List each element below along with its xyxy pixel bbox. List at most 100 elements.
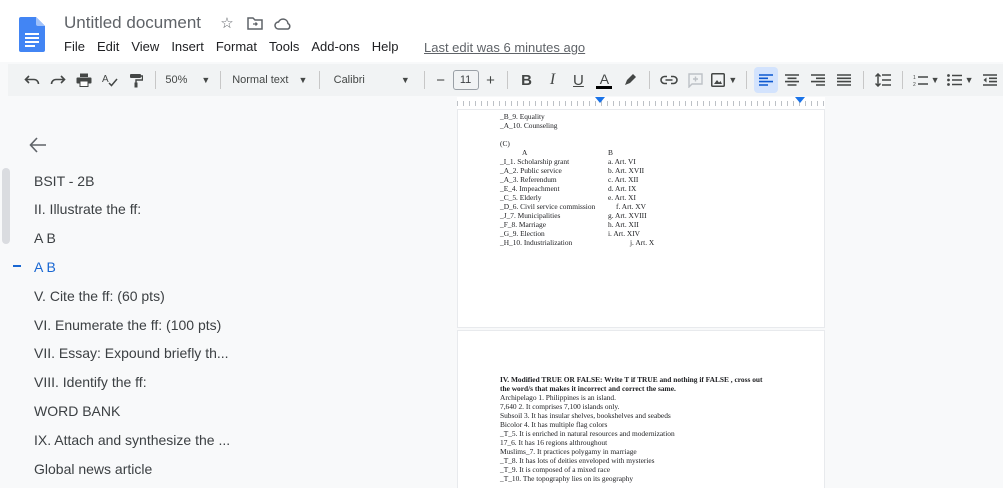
paint-format-icon[interactable] [124, 67, 148, 93]
title-bar: Untitled document ☆ File Edit View Inser… [0, 0, 1003, 62]
matching-item: _E_4. Impeachment [500, 184, 560, 193]
outline-item-word-bank[interactable]: WORD BANK [34, 403, 120, 419]
separator [219, 71, 221, 89]
true-false-item: _T_9. It is composed of a mixed race [500, 465, 611, 474]
matching-item: _I_1. Scholarship grant [500, 157, 570, 166]
separator [318, 71, 320, 89]
outline-scrollbar[interactable] [2, 168, 10, 244]
docs-logo-icon[interactable] [19, 17, 45, 52]
text-color-swatch [596, 85, 613, 89]
document-page[interactable]: _B_9. Equality _A_10. Counseling (C) A B… [458, 110, 824, 327]
svg-text:A: A [102, 74, 109, 85]
bulleted-list-icon[interactable]: ▼ [944, 67, 976, 93]
matching-item: _A_2. Public service [500, 166, 562, 175]
true-false-item: 7,640 2. It comprises 7,100 islands only… [500, 402, 620, 411]
print-icon[interactable] [72, 67, 96, 93]
zoom-select[interactable]: 50% ▼ [162, 67, 214, 93]
numbered-list-icon[interactable]: 12 ▼ [910, 67, 942, 93]
highlight-color-icon[interactable] [618, 67, 642, 93]
outline-item-identify[interactable]: VIII. Identify the ff: [34, 374, 147, 390]
chevron-down-icon: ▼ [728, 75, 738, 85]
outline-item-a-b[interactable]: A B [34, 230, 56, 246]
outline-item-a-b-active[interactable]: A B [34, 259, 56, 275]
matching-item: _F_8. Marriage [500, 220, 546, 229]
bold-label: B [521, 71, 532, 89]
outline-item-bsit-2b[interactable]: BSIT - 2B [34, 173, 94, 189]
italic-button[interactable]: I [541, 67, 565, 93]
menu-insert[interactable]: Insert [171, 39, 204, 54]
separator [423, 71, 425, 89]
paragraph-style-value: Normal text [232, 74, 289, 86]
insert-image-icon[interactable]: ▼ [709, 67, 739, 93]
add-comment-icon[interactable] [683, 67, 707, 93]
menu-help[interactable]: Help [372, 39, 399, 54]
matching-item: _J_7. Municipalities [500, 211, 561, 220]
menu-tools[interactable]: Tools [269, 39, 299, 54]
document-title[interactable]: Untitled document [64, 13, 201, 33]
matching-item: _D_6. Civil service commission [500, 202, 596, 211]
chevron-down-icon: ▼ [400, 75, 410, 85]
decrease-font-size-button[interactable]: − [431, 70, 451, 90]
matching-choice: a. Art. VI [608, 157, 636, 166]
decrease-indent-icon[interactable] [978, 67, 1002, 93]
menu-edit[interactable]: Edit [97, 39, 119, 54]
matching-item: _H_10. Industrialization [500, 238, 573, 247]
align-justify-icon[interactable] [832, 67, 856, 93]
font-select[interactable]: Calibri ▼ [326, 67, 418, 93]
line-spacing-icon[interactable] [871, 67, 895, 93]
horizontal-ruler[interactable] [457, 97, 825, 110]
matching-choice: b. Art. XVII [608, 166, 645, 175]
align-center-icon[interactable] [780, 67, 804, 93]
title-actions: ☆ [218, 14, 292, 32]
text-color-button[interactable]: A [592, 67, 616, 93]
menu-file[interactable]: File [64, 39, 85, 54]
redo-icon[interactable] [46, 67, 70, 93]
align-right-icon[interactable] [806, 67, 830, 93]
increase-font-size-button[interactable]: + [481, 70, 501, 90]
font-size-input[interactable]: 11 [452, 70, 479, 90]
matching-item: _C_5. Elderly [500, 193, 542, 202]
menu-view[interactable]: View [131, 39, 159, 54]
paragraph-style-select[interactable]: Normal text ▼ [227, 67, 313, 93]
underline-button[interactable]: U [566, 67, 590, 93]
outline-item-essay[interactable]: VII. Essay: Expound briefly th... [34, 345, 229, 361]
chevron-down-icon: ▼ [298, 75, 308, 85]
separator [506, 71, 508, 89]
matching-item: _G_9. Election [500, 229, 545, 238]
separator [863, 71, 865, 89]
doc-line: _A_10. Counseling [500, 121, 558, 130]
menu-format[interactable]: Format [216, 39, 257, 54]
back-arrow-icon[interactable] [29, 136, 47, 159]
column-header-a: A [522, 148, 528, 157]
left-indent-marker[interactable] [595, 97, 605, 103]
outline-item-attach[interactable]: IX. Attach and synthesize the ... [34, 432, 230, 448]
document-page[interactable]: IV. Modified TRUE OR FALSE: Write T if T… [458, 331, 824, 488]
separator [902, 71, 904, 89]
section-heading: IV. Modified TRUE OR FALSE: Write T if T… [500, 375, 763, 384]
outline-item-cite[interactable]: V. Cite the ff: (60 pts) [34, 288, 165, 304]
move-folder-icon[interactable] [246, 14, 264, 32]
text-color-label: A [599, 70, 610, 87]
true-false-item: _T_10. The topography lies on its geogra… [500, 474, 634, 483]
undo-icon[interactable] [20, 67, 44, 93]
matching-choice: g. Art. XVIII [608, 211, 647, 220]
svg-text:2: 2 [913, 82, 916, 87]
outline-item-global-news[interactable]: Global news article [34, 461, 152, 477]
section-heading: the word/s that makes it incorrect and c… [500, 384, 676, 393]
bold-button[interactable]: B [515, 67, 539, 93]
last-edit-link[interactable]: Last edit was 6 minutes ago [424, 40, 585, 55]
outline-item-illustrate[interactable]: II. Illustrate the ff: [34, 201, 141, 217]
insert-link-icon[interactable] [657, 67, 681, 93]
underline-label: U [573, 71, 584, 89]
column-header-b: B [608, 148, 613, 157]
true-false-item: Subsoil 3. It has insular shelves, books… [500, 411, 671, 420]
spellcheck-icon[interactable]: A [98, 67, 122, 93]
align-left-icon[interactable] [754, 67, 779, 93]
right-indent-marker[interactable] [795, 97, 805, 103]
star-icon[interactable]: ☆ [218, 14, 236, 32]
chevron-down-icon: ▼ [930, 75, 940, 85]
doc-line: _B_9. Equality [500, 112, 545, 121]
cloud-status-icon[interactable] [274, 14, 292, 32]
outline-item-enumerate[interactable]: VI. Enumerate the ff: (100 pts) [34, 317, 221, 333]
menu-add-ons[interactable]: Add-ons [311, 39, 359, 54]
